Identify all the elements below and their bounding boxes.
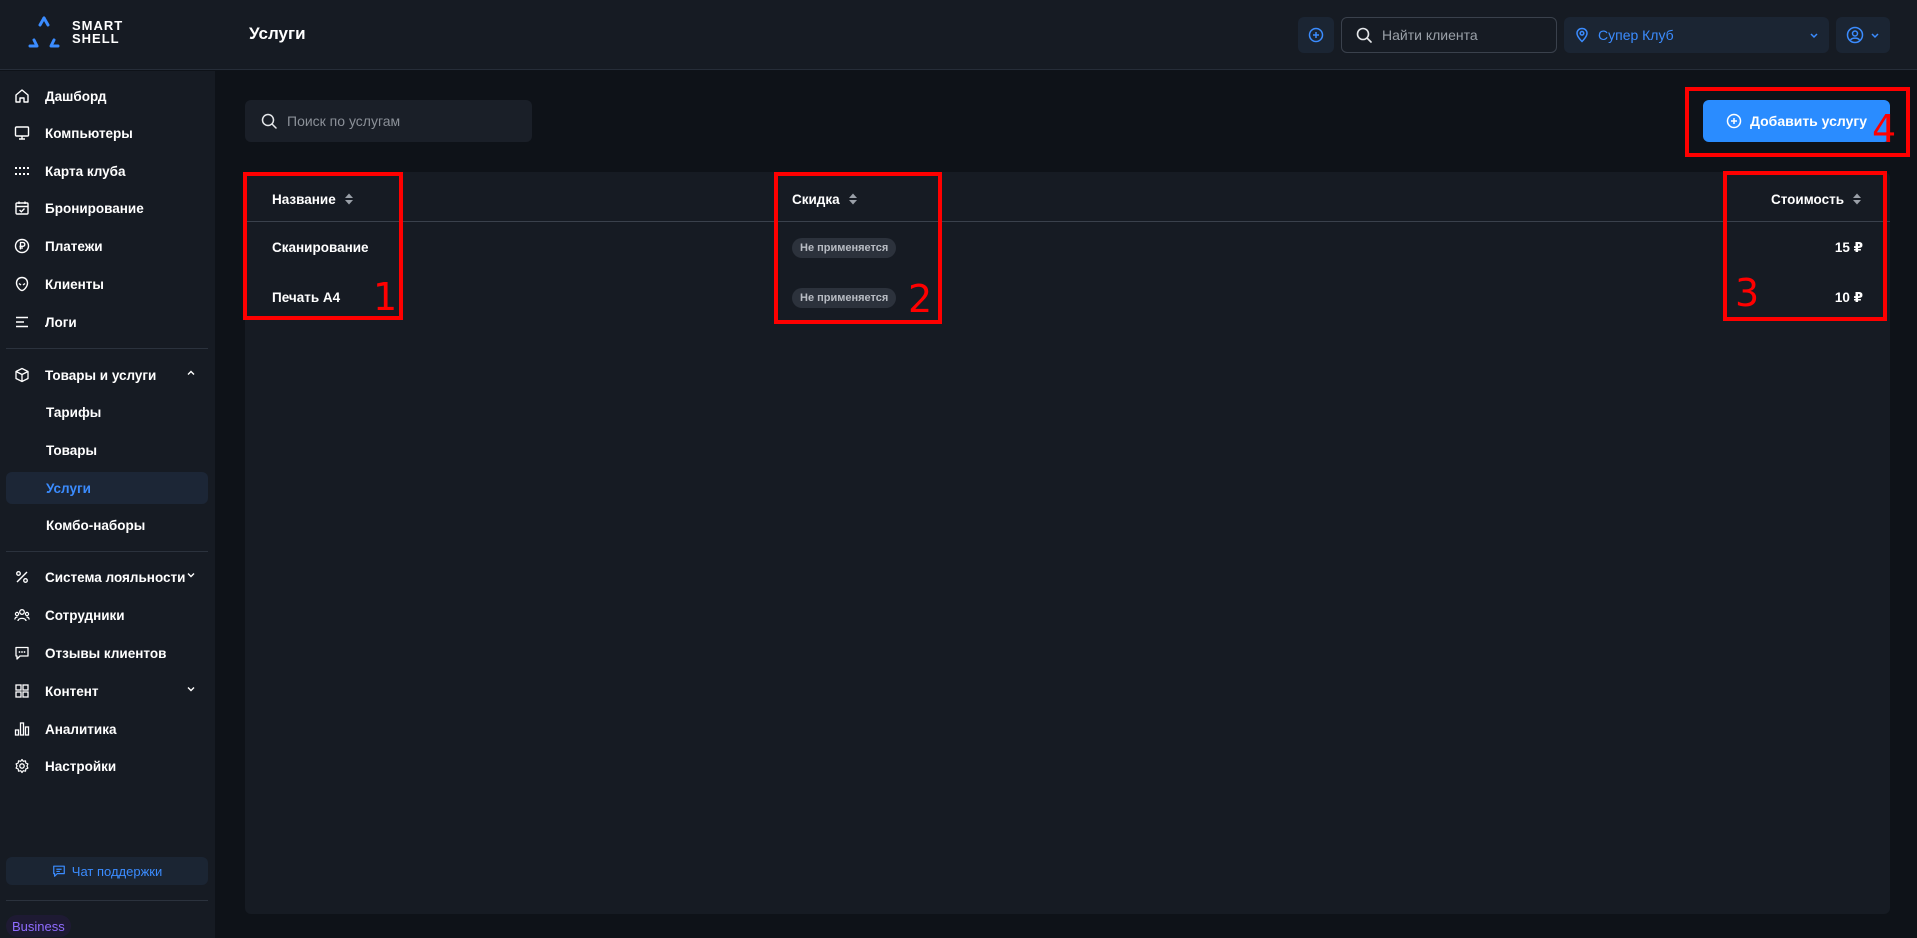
club-selector[interactable]: Супер Клуб [1564,17,1829,53]
top-header: SMART SHELL Услуги Супер Клуб [0,0,1917,70]
sidebar-subitem-combo[interactable]: Комбо-наборы [6,509,208,541]
search-icon [261,113,277,129]
sidebar-divider [6,348,208,349]
annotation-number-4: 4 [1872,107,1897,151]
chevron-down-icon [187,573,195,578]
user-menu-button[interactable] [1836,17,1890,53]
sidebar-divider [6,551,208,552]
sidebar-item-settings[interactable]: Настройки [6,750,208,782]
users-icon [14,609,30,622]
client-search-input[interactable] [1382,27,1542,43]
logo-text: SMART SHELL [72,18,124,46]
page-title: Услуги [249,24,306,43]
home-icon [15,89,29,103]
user-circle-icon [1846,26,1864,44]
table-header-divider [245,221,1890,222]
plus-circle-icon [1308,27,1324,43]
alien-icon [15,276,29,292]
sidebar-item-dashboard[interactable]: Дашборд [6,80,208,112]
sidebar-item-loyalty[interactable]: Система лояльности [6,561,208,593]
club-name: Супер Клуб [1598,27,1674,43]
support-chat-button[interactable]: Чат поддержки [6,857,208,885]
chevron-down-icon [187,687,195,692]
sidebar: Дашборд Компьютеры Карта клуба Бронирова… [0,71,215,938]
chevron-down-icon [1871,33,1879,39]
lines-icon [16,316,28,328]
annotation-number-1: 1 [373,275,398,319]
monitor-icon [14,126,30,140]
tiles-icon [15,684,29,698]
sidebar-item-booking[interactable]: Бронирование [6,192,208,224]
sidebar-subitem-tariffs[interactable]: Тарифы [6,396,208,428]
services-table: Название Скидка Стоимость Сканирование Н… [245,172,1890,914]
smartshell-logo-icon [28,16,60,48]
sidebar-subitem-services[interactable]: Услуги [6,472,208,504]
calendar-icon [15,201,29,215]
quick-add-button[interactable] [1298,17,1334,53]
sidebar-divider [6,900,208,901]
ruble-coin-icon [14,238,30,254]
search-icon [1356,27,1372,43]
client-search[interactable] [1341,17,1557,53]
chat-icon [52,865,65,877]
grid-dots-icon [15,167,29,175]
chevron-down-icon [1810,33,1818,39]
bar-chart-icon [14,722,30,736]
sidebar-item-payments[interactable]: Платежи [6,230,208,262]
plan-badge: Business [6,915,71,937]
sidebar-item-staff[interactable]: Сотрудники [6,599,208,631]
sidebar-item-reviews[interactable]: Отзывы клиентов [6,637,208,669]
sidebar-subitem-goods[interactable]: Товары [6,434,208,466]
location-pin-icon [1576,27,1588,43]
annotation-number-2: 2 [908,277,933,321]
services-search-input[interactable] [287,113,517,129]
sidebar-item-clients[interactable]: Клиенты [6,268,208,300]
chevron-up-icon [187,370,195,375]
services-search[interactable] [245,100,532,142]
gear-icon [15,758,29,774]
sidebar-item-club-map[interactable]: Карта клуба [6,155,208,187]
sidebar-item-goods-services[interactable]: Товары и услуги [6,359,208,391]
chat-icon [15,646,29,660]
annotation-number-3: 3 [1735,271,1760,315]
sidebar-item-analytics[interactable]: Аналитика [6,713,208,745]
percent-icon [16,571,28,583]
sidebar-item-logs[interactable]: Логи [6,306,208,338]
sidebar-item-content[interactable]: Контент [6,675,208,707]
sidebar-item-computers[interactable]: Компьютеры [6,117,208,149]
box-icon [15,367,29,383]
smartshell-logo[interactable]: SMART SHELL [26,16,123,48]
